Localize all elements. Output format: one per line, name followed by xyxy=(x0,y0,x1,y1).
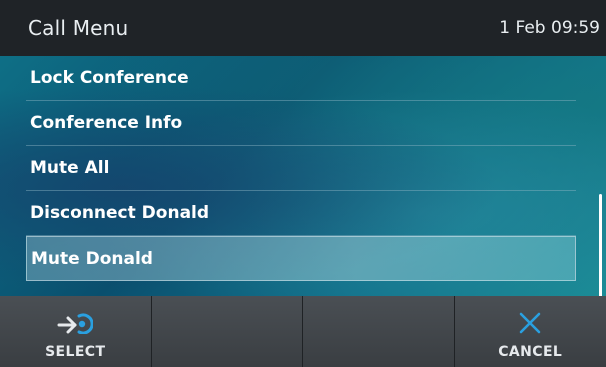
menu-item-label: Conference Info xyxy=(30,113,183,133)
menu-item-lock-conference[interactable]: Lock Conference xyxy=(26,56,576,101)
menu-item-mute-donald[interactable]: Mute Donald xyxy=(26,236,576,281)
select-arrow-icon xyxy=(57,308,94,338)
menu-area: Lock Conference Conference Info Mute All… xyxy=(0,56,606,322)
menu-item-label: Mute Donald xyxy=(31,248,153,269)
menu-item-conference-info[interactable]: Conference Info xyxy=(26,101,576,146)
header-bar: Call Menu 1 Feb 09:59 xyxy=(0,0,606,56)
close-icon xyxy=(518,308,542,338)
menu-item-label: Mute All xyxy=(30,158,110,178)
page-title: Call Menu xyxy=(28,16,129,40)
date-time: 1 Feb 09:59 xyxy=(499,18,600,38)
menu-item-label: Lock Conference xyxy=(30,68,189,88)
empty-softkey-2[interactable] xyxy=(152,296,303,367)
select-softkey[interactable]: SELECT xyxy=(0,296,152,367)
softkey-bar: SELECT CANCEL xyxy=(0,296,606,367)
menu-item-disconnect-donald[interactable]: Disconnect Donald xyxy=(26,191,576,236)
empty-softkey-3[interactable] xyxy=(303,296,455,367)
menu-item-label: Disconnect Donald xyxy=(30,203,210,223)
softkey-label: SELECT xyxy=(45,343,106,360)
menu-item-mute-all[interactable]: Mute All xyxy=(26,146,576,191)
phone-screen: Call Menu 1 Feb 09:59 Lock Conference Co… xyxy=(0,0,606,367)
cancel-softkey[interactable]: CANCEL xyxy=(455,296,606,367)
call-menu-list: Lock Conference Conference Info Mute All… xyxy=(26,56,576,281)
softkey-label: CANCEL xyxy=(498,343,563,360)
